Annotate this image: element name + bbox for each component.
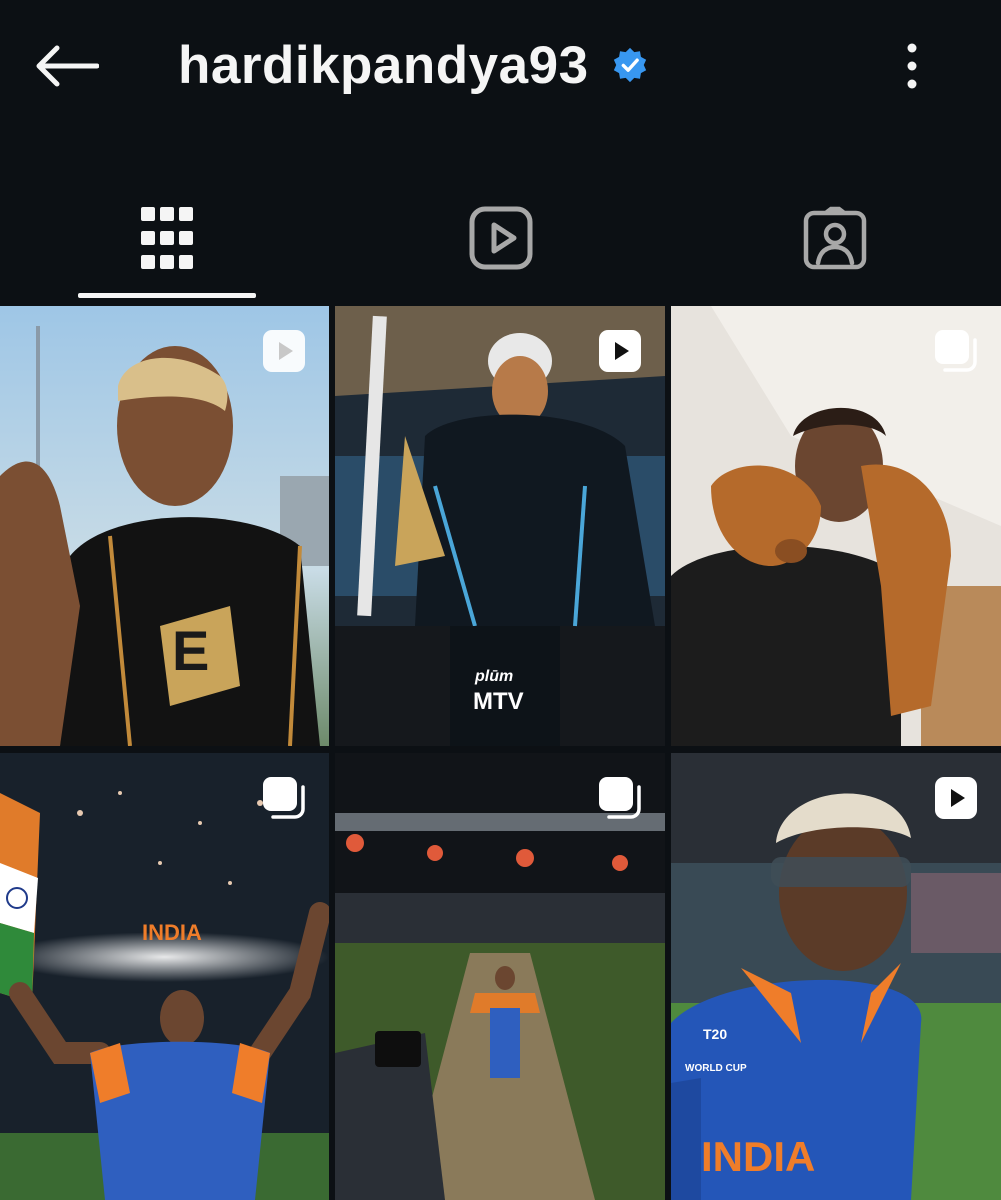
tab-reels[interactable] <box>334 175 668 301</box>
tab-tagged[interactable] <box>668 175 1001 301</box>
post-tile[interactable]: INDIA <box>0 753 329 1200</box>
post-tile[interactable]: T20 WORLD CUP INDIA <box>671 753 1001 1200</box>
jersey-text: INDIA <box>701 1133 816 1180</box>
arrow-left-icon <box>36 45 99 87</box>
carousel-icon <box>263 777 305 819</box>
tagged-icon <box>803 206 867 270</box>
watermark-line-1: plūm <box>475 668 514 685</box>
posts-grid: E plūm MTV INDIA T20 WORLD CUP INDIA <box>0 306 1001 1200</box>
tab-posts-grid[interactable] <box>0 175 334 301</box>
more-vertical-icon <box>907 43 917 89</box>
post-tile[interactable] <box>335 753 665 1200</box>
reels-icon <box>469 206 533 270</box>
tournament-logo-subtext: WORLD CUP <box>685 1063 747 1074</box>
profile-tabs <box>0 175 1001 301</box>
reel-icon <box>599 330 641 372</box>
post-tile[interactable]: plūm MTV <box>335 306 665 746</box>
post-tile[interactable]: E <box>0 306 329 746</box>
reel-icon <box>935 777 977 819</box>
post-tile[interactable] <box>671 306 1001 746</box>
back-button[interactable] <box>30 36 102 96</box>
profile-header: hardikpandya93 <box>178 30 649 100</box>
jersey-text: INDIA <box>142 920 202 945</box>
grid-icon <box>141 207 193 269</box>
username-title: hardikpandya93 <box>178 35 589 95</box>
more-options-button[interactable] <box>888 38 936 94</box>
reel-icon <box>263 330 305 372</box>
top-bar: hardikpandya93 <box>0 0 1001 135</box>
verified-badge-icon <box>611 46 649 84</box>
jersey-logo: E <box>172 619 210 682</box>
tournament-logo-text: T20 <box>703 1026 728 1042</box>
active-tab-indicator <box>78 293 256 298</box>
watermark-line-2: MTV <box>473 688 524 715</box>
carousel-icon <box>935 330 977 372</box>
carousel-icon <box>599 777 641 819</box>
